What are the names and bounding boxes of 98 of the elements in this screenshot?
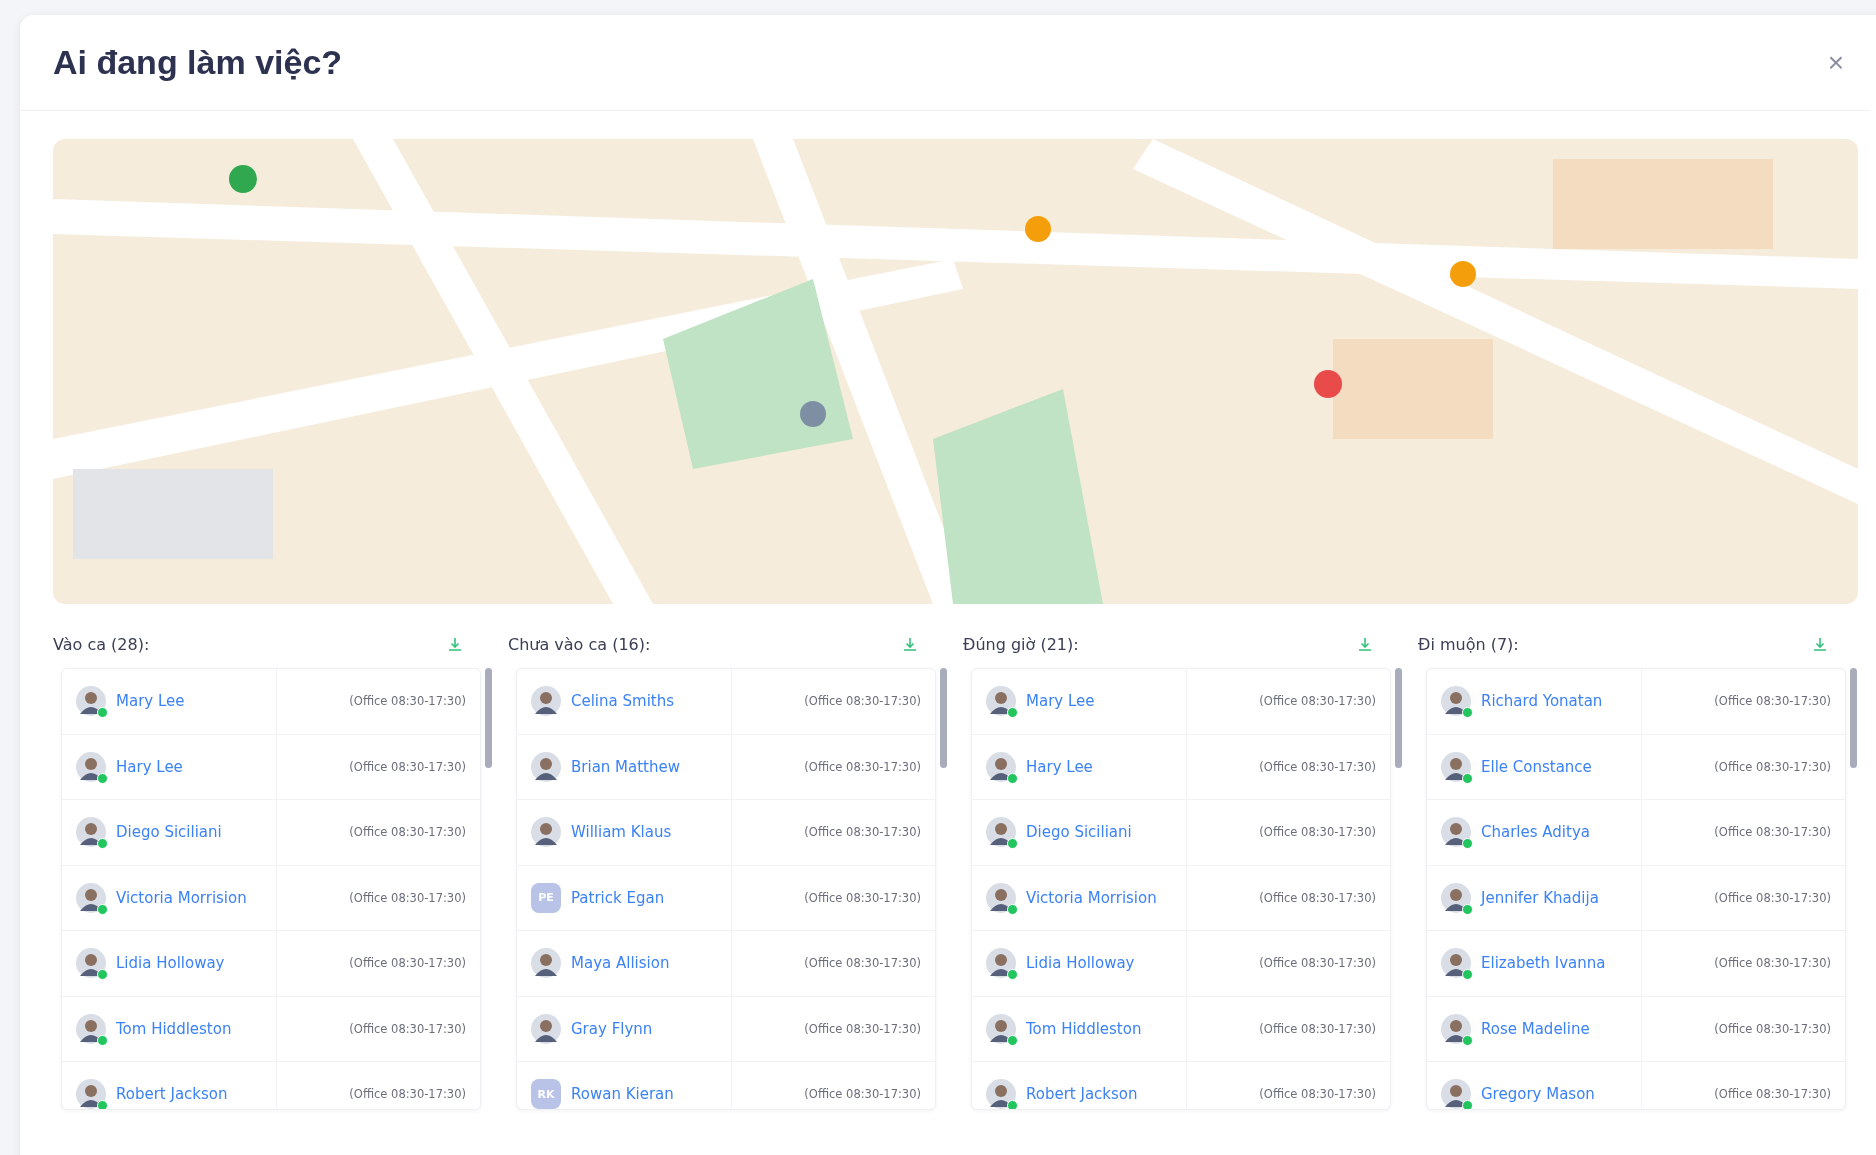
- shift-time: (Office 08:30-17:30): [1259, 759, 1376, 774]
- shift-time: (Office 08:30-17:30): [1259, 694, 1376, 709]
- scrollbar-thumb[interactable]: [940, 668, 947, 768]
- shift-time: (Office 08:30-17:30): [804, 759, 921, 774]
- avatar-icon: [986, 948, 1016, 979]
- employee-name-link[interactable]: Diego Siciliani: [116, 823, 222, 842]
- avatar-icon: [531, 751, 561, 782]
- shift-time: (Office 08:30-17:30): [1714, 825, 1831, 840]
- avatar-icon: [76, 817, 106, 848]
- employee-name-link[interactable]: Jennifer Khadija: [1481, 888, 1599, 907]
- avatar-icon: [1441, 1013, 1471, 1044]
- shift-time: (Office 08:30-17:30): [1259, 825, 1376, 840]
- employee-name-link[interactable]: Mary Lee: [1026, 692, 1095, 711]
- shift-time: (Office 08:30-17:30): [349, 890, 466, 905]
- shift-time: (Office 08:30-17:30): [804, 694, 921, 709]
- avatar-initials: PE: [531, 882, 561, 913]
- employee-name-link[interactable]: Tom Hiddleston: [116, 1019, 232, 1038]
- scrollbar-thumb[interactable]: [1850, 668, 1857, 768]
- avatar-icon: [76, 948, 106, 979]
- group-title: Chưa vào ca (16):: [508, 634, 651, 654]
- employee-name-link[interactable]: Gray Flynn: [571, 1019, 653, 1038]
- employee-name-link[interactable]: Robert Jackson: [1026, 1085, 1138, 1104]
- avatar-icon: [76, 882, 106, 913]
- shift-time: (Office 08:30-17:30): [804, 890, 921, 905]
- shift-time: (Office 08:30-17:30): [1259, 1087, 1376, 1102]
- employee-name-link[interactable]: Elizabeth Ivanna: [1481, 954, 1606, 973]
- employee-name-link[interactable]: Rowan Kieran: [571, 1085, 674, 1104]
- shift-time: (Office 08:30-17:30): [1259, 890, 1376, 905]
- shift-time: (Office 08:30-17:30): [804, 1087, 921, 1102]
- employee-name-link[interactable]: Lidia Holloway: [1026, 954, 1135, 973]
- scrollbar-thumb[interactable]: [485, 668, 492, 768]
- employee-name-link[interactable]: Rose Madeline: [1481, 1019, 1590, 1038]
- shift-time: (Office 08:30-17:30): [349, 956, 466, 971]
- avatar-icon: [76, 1013, 106, 1044]
- shift-time: (Office 08:30-17:30): [804, 1021, 921, 1036]
- close-button[interactable]: ×: [1823, 46, 1848, 79]
- dialog-title: Ai đang làm việc?: [53, 43, 343, 82]
- shift-time: (Office 08:30-17:30): [804, 825, 921, 840]
- employee-name-link[interactable]: Elle Constance: [1481, 757, 1592, 776]
- avatar-icon: [986, 1013, 1016, 1044]
- shift-time: (Office 08:30-17:30): [1714, 759, 1831, 774]
- shift-time: (Office 08:30-17:30): [349, 1021, 466, 1036]
- employee-name-link[interactable]: Celina Smiths: [571, 692, 674, 711]
- avatar-icon: [76, 686, 106, 717]
- group-title: Đi muộn (7):: [1418, 634, 1519, 654]
- employee-name-link[interactable]: Richard Yonatan: [1481, 692, 1603, 711]
- avatar-icon: [986, 882, 1016, 913]
- employee-name-link[interactable]: Hary Lee: [116, 757, 183, 776]
- avatar-icon: [1441, 686, 1471, 717]
- employee-name-link[interactable]: Gregory Mason: [1481, 1085, 1595, 1104]
- avatar-icon: [986, 751, 1016, 782]
- employee-name-link[interactable]: William Klaus: [571, 823, 672, 842]
- employee-name-link[interactable]: Hary Lee: [1026, 757, 1093, 776]
- employee-name-link[interactable]: Victoria Morrision: [116, 888, 247, 907]
- shift-time: (Office 08:30-17:30): [349, 694, 466, 709]
- avatar-icon: [76, 1079, 106, 1109]
- group-title: Đúng giờ (21):: [963, 634, 1079, 654]
- avatar-icon: [986, 1079, 1016, 1109]
- employee-name-link[interactable]: Mary Lee: [116, 692, 185, 711]
- shift-time: (Office 08:30-17:30): [1259, 1021, 1376, 1036]
- employee-name-link[interactable]: Lidia Holloway: [116, 954, 225, 973]
- shift-time: (Office 08:30-17:30): [1259, 956, 1376, 971]
- shift-time: (Office 08:30-17:30): [1714, 956, 1831, 971]
- employee-name-link[interactable]: Charles Aditya: [1481, 823, 1590, 842]
- shift-time: (Office 08:30-17:30): [349, 759, 466, 774]
- avatar-icon: [76, 751, 106, 782]
- avatar-icon: [1441, 948, 1471, 979]
- shift-time: (Office 08:30-17:30): [1714, 1021, 1831, 1036]
- shift-time: (Office 08:30-17:30): [349, 1087, 466, 1102]
- employee-name-link[interactable]: Diego Siciliani: [1026, 823, 1132, 842]
- avatar-icon: [531, 686, 561, 717]
- shift-time: (Office 08:30-17:30): [804, 956, 921, 971]
- shift-time: (Office 08:30-17:30): [349, 825, 466, 840]
- avatar-icon: [986, 686, 1016, 717]
- download-icon[interactable]: [902, 636, 918, 652]
- employee-name-link[interactable]: Brian Matthew: [571, 757, 680, 776]
- shift-time: (Office 08:30-17:30): [1714, 890, 1831, 905]
- download-icon[interactable]: [1812, 636, 1828, 652]
- group-title: Vào ca (28):: [53, 634, 150, 654]
- avatar-icon: [1441, 882, 1471, 913]
- employee-name-link[interactable]: Tom Hiddleston: [1026, 1019, 1142, 1038]
- scrollbar-thumb[interactable]: [1395, 668, 1402, 768]
- shift-time: (Office 08:30-17:30): [1714, 694, 1831, 709]
- employee-name-link[interactable]: Robert Jackson: [116, 1085, 228, 1104]
- shift-time: (Office 08:30-17:30): [1714, 1087, 1831, 1102]
- avatar-icon: [1441, 1079, 1471, 1109]
- avatar-icon: [1441, 817, 1471, 848]
- download-icon[interactable]: [447, 636, 463, 652]
- employee-name-link[interactable]: Patrick Egan: [571, 888, 665, 907]
- avatar-icon: [531, 1013, 561, 1044]
- avatar-icon: [531, 948, 561, 979]
- avatar-icon: [986, 817, 1016, 848]
- download-icon[interactable]: [1357, 636, 1373, 652]
- avatar-icon: [531, 817, 561, 848]
- avatar-initials: RK: [531, 1079, 561, 1109]
- avatar-icon: [1441, 751, 1471, 782]
- employee-name-link[interactable]: Maya Allision: [571, 954, 670, 973]
- employee-name-link[interactable]: Victoria Morrision: [1026, 888, 1157, 907]
